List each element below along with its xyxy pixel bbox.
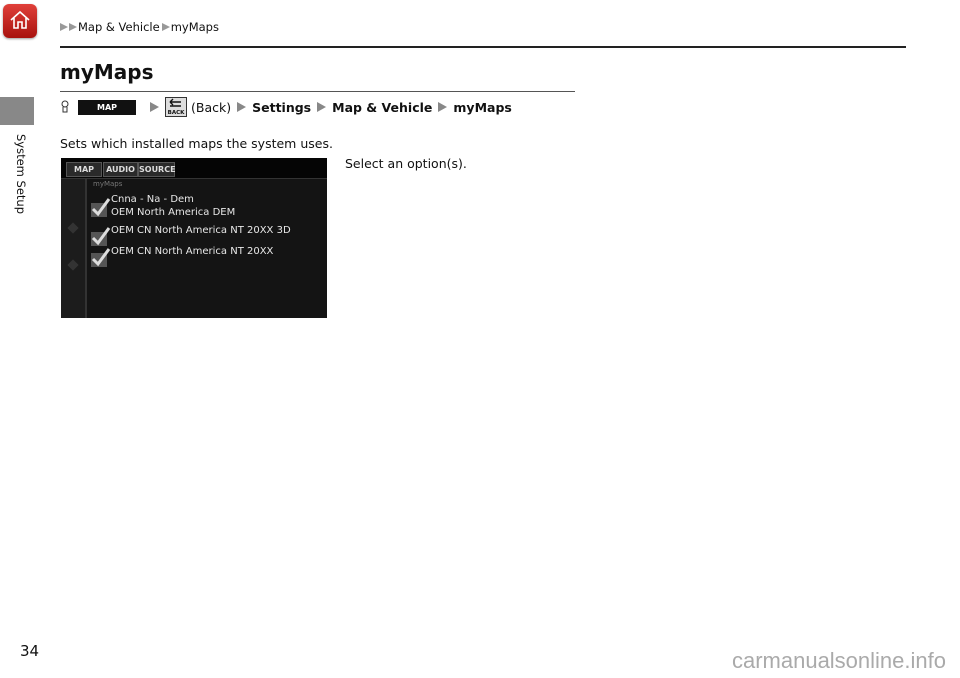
- screen-header: myMaps: [93, 180, 123, 188]
- page-number: 34: [20, 642, 40, 660]
- map-option-line1: Cnna - Na - Dem: [111, 194, 194, 205]
- breadcrumb-item[interactable]: myMaps: [171, 20, 219, 34]
- checkmark-icon: [91, 198, 111, 217]
- path-arrow-icon: [438, 102, 448, 112]
- breadcrumb-item[interactable]: Map & Vehicle: [78, 20, 160, 34]
- back-button-text: BACK: [167, 110, 185, 116]
- home-icon: [10, 10, 30, 29]
- section-tab: [0, 97, 34, 125]
- screen-tab-audio: AUDIO: [103, 162, 138, 177]
- path-arrow-icon: [237, 102, 247, 112]
- screen-scroll-rail: [61, 179, 87, 318]
- scroll-up-icon: [67, 222, 79, 234]
- breadcrumb-arrow-icon: [161, 23, 170, 31]
- checkbox: [91, 227, 111, 246]
- back-button-icon: BACK: [165, 97, 187, 117]
- header-divider: [60, 46, 906, 48]
- section-label: System Setup: [14, 134, 28, 215]
- voice-command-icon: [61, 100, 69, 113]
- breadcrumb: Map & Vehicle myMaps: [60, 20, 219, 34]
- map-button: MAP: [78, 99, 136, 115]
- path-arrow-icon: [150, 102, 159, 112]
- breadcrumb-arrow-icon: [60, 23, 68, 31]
- path-step: myMaps: [453, 99, 512, 115]
- map-option: OEM CN North America NT 20XX 3D: [111, 225, 291, 236]
- map-option: OEM CN North America NT 20XX: [111, 246, 274, 257]
- map-option-line2: OEM North America DEM: [111, 207, 236, 218]
- back-label: (Back): [191, 99, 232, 115]
- checkmark-icon: [91, 227, 111, 246]
- description: Sets which installed maps the system use…: [60, 136, 333, 151]
- map-option: Cnna - Na - Dem OEM North America DEM: [111, 193, 235, 219]
- screen-tab-bar: MAP AUDIO SOURCE: [61, 158, 327, 179]
- page-title: myMaps: [60, 60, 154, 84]
- path-step: Map & Vehicle: [332, 99, 433, 115]
- breadcrumb-arrow-icon: [69, 23, 77, 31]
- title-divider: [60, 91, 575, 92]
- path-arrow-icon: [317, 102, 327, 112]
- checkbox: [91, 198, 111, 217]
- navigation-path: MAP BACK (Back) Settings Map & Vehicle m…: [60, 97, 512, 117]
- checkbox: [91, 248, 111, 267]
- path-step: Settings: [252, 99, 312, 115]
- checkmark-icon: [91, 248, 111, 267]
- screen-tab-source: SOURCE: [138, 162, 176, 177]
- watermark: carmanualsonline.info: [731, 648, 946, 673]
- screen-tab-map: MAP: [66, 162, 102, 177]
- callout-text: Select an option(s).: [345, 156, 467, 171]
- scroll-down-icon: [67, 259, 79, 271]
- home-button[interactable]: [3, 4, 37, 38]
- nav-screen-image: MAP AUDIO SOURCE myMaps Cnna - Na - Dem …: [61, 158, 327, 318]
